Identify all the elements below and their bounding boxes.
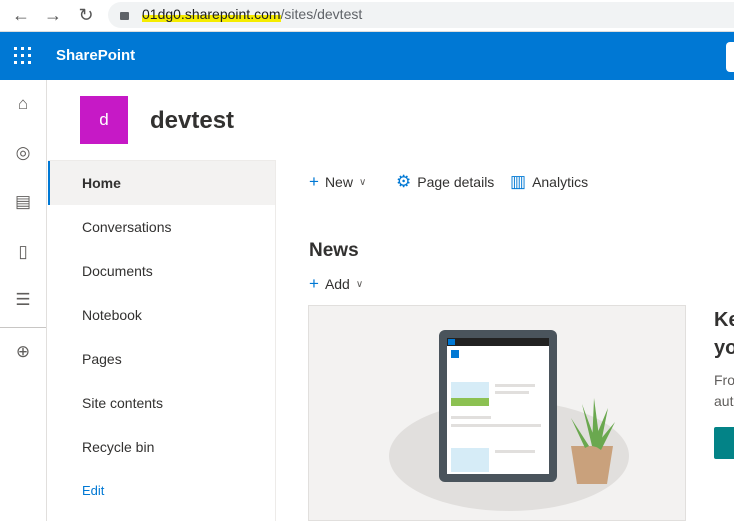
promo-text-line2: aut	[714, 393, 734, 409]
add-label: Add	[324, 276, 350, 292]
plus-icon: +	[309, 274, 319, 293]
nav-item-conversations[interactable]: Conversations	[48, 205, 275, 249]
nav-edit-link[interactable]: Edit	[48, 469, 275, 513]
promo-text-line1: Fro	[714, 372, 734, 388]
add-news-button[interactable]: + Add ∨	[309, 274, 363, 294]
sharepoint-brand[interactable]: SharePoint	[56, 47, 135, 64]
url-host: 01dg0.sharepoint.com	[142, 6, 281, 22]
new-label: New	[324, 174, 353, 190]
news-placeholder-card	[308, 305, 686, 521]
news-icon[interactable]: ▤	[12, 192, 34, 214]
rail-divider	[0, 327, 46, 328]
chevron-down-icon: ∨	[358, 176, 367, 188]
news-heading: News	[309, 240, 359, 261]
create-icon[interactable]: ⊕	[12, 342, 34, 364]
promo-heading-line2: yo	[714, 337, 734, 359]
news-illustration	[389, 330, 629, 511]
analytics-button[interactable]: ▥ Analytics	[510, 172, 588, 192]
page-details-button[interactable]: ⚙ Page details	[396, 172, 494, 192]
nav-item-documents[interactable]: Documents	[48, 249, 275, 293]
promo-button[interactable]	[714, 427, 734, 459]
document-icon[interactable]: ▯	[12, 242, 34, 264]
promo-heading-line1: Ke	[714, 309, 734, 331]
globe-icon[interactable]: ◎	[12, 143, 34, 165]
nav-item-site-contents[interactable]: Site contents	[48, 381, 275, 425]
new-button[interactable]: + New ∨	[309, 172, 366, 192]
url-text[interactable]: 01dg0.sharepoint.com/sites/devtest	[142, 6, 362, 22]
home-icon[interactable]: ⌂	[12, 94, 34, 116]
list-icon[interactable]: ☰	[12, 290, 34, 312]
reload-icon[interactable]: ↻	[75, 5, 97, 26]
nav-item-pages[interactable]: Pages	[48, 337, 275, 381]
forward-icon[interactable]: →	[42, 5, 64, 26]
page-details-label: Page details	[417, 174, 495, 190]
back-icon[interactable]: ←	[10, 5, 32, 26]
analytics-icon: ▥	[510, 172, 527, 191]
search-box[interactable]	[726, 42, 734, 72]
gear-icon: ⚙	[396, 172, 412, 191]
chevron-down-icon: ∨	[355, 278, 364, 290]
site-title[interactable]: devtest	[150, 107, 234, 135]
nav-item-notebook[interactable]: Notebook	[48, 293, 275, 337]
plus-icon: +	[309, 172, 319, 191]
analytics-label: Analytics	[532, 174, 589, 190]
app-launcher-icon[interactable]	[14, 47, 32, 65]
lock-icon	[120, 12, 129, 20]
url-path: /sites/devtest	[280, 6, 363, 22]
news-promo: Ke yo Fro aut	[714, 306, 734, 459]
site-logo[interactable]: d	[80, 96, 128, 144]
nav-item-home[interactable]: Home	[48, 161, 275, 205]
nav-item-recycle-bin[interactable]: Recycle bin	[48, 425, 275, 469]
